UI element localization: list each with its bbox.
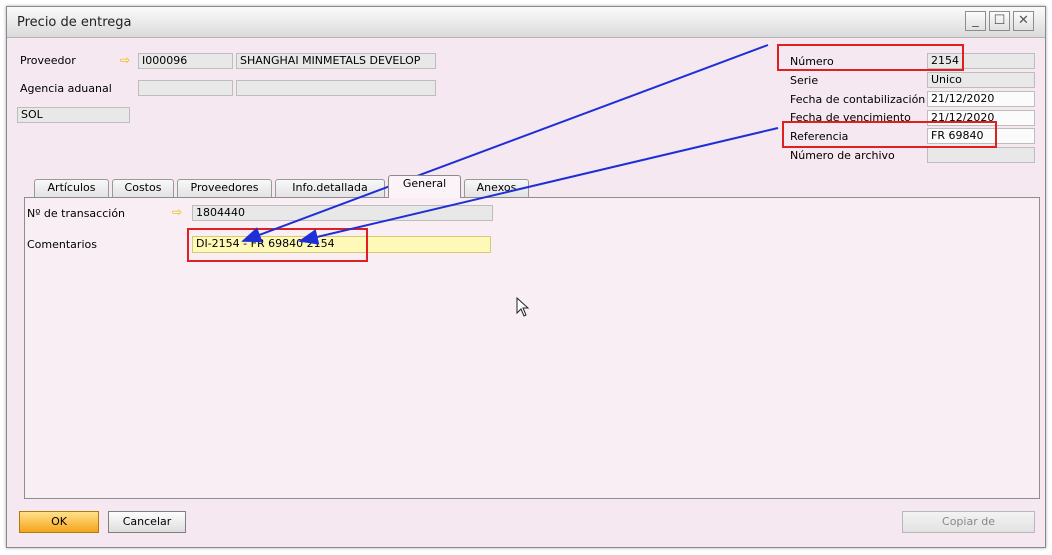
arrow-numero-to-comments bbox=[241, 44, 769, 243]
annotation-arrows bbox=[241, 44, 779, 245]
arrow-referencia-to-comments bbox=[298, 127, 779, 245]
tab-general[interactable]: General bbox=[388, 175, 461, 198]
